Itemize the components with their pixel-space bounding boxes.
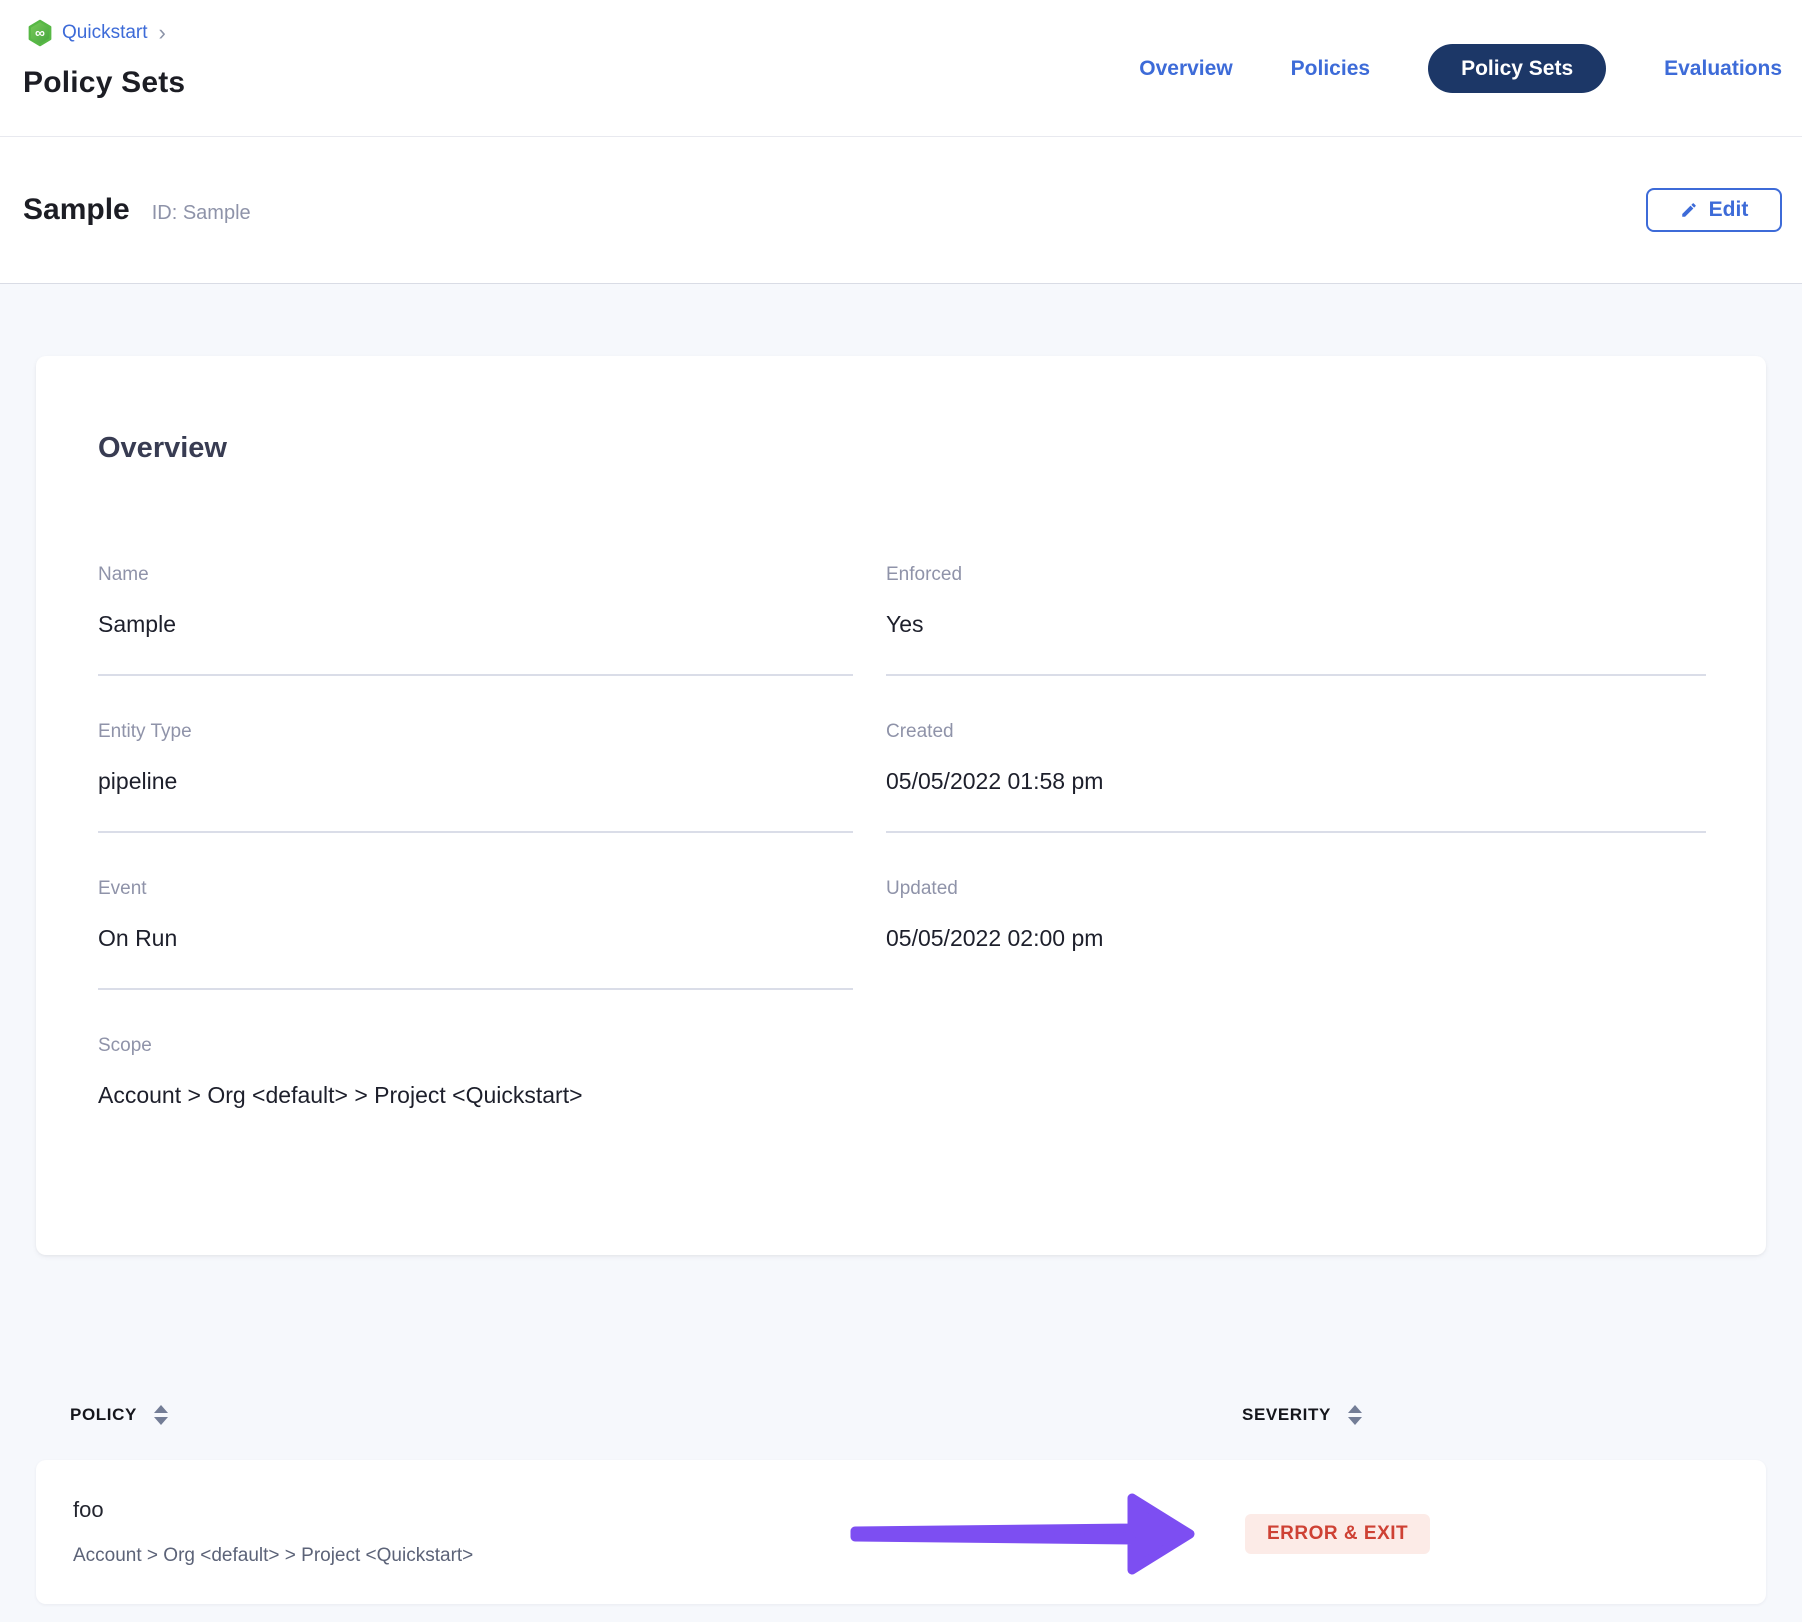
field-label: Scope bbox=[98, 1034, 853, 1057]
column-header-label: POLICY bbox=[70, 1405, 137, 1425]
divider bbox=[98, 674, 853, 676]
divider bbox=[886, 674, 1706, 676]
divider bbox=[98, 988, 853, 990]
page-title: Policy Sets bbox=[23, 61, 185, 105]
entity-title: Sample ID: Sample bbox=[23, 193, 251, 227]
pencil-icon bbox=[1680, 201, 1698, 219]
divider bbox=[98, 831, 853, 833]
field-created: Created 05/05/2022 01:58 pm bbox=[886, 720, 1706, 795]
field-event: Event On Run bbox=[98, 877, 853, 952]
tab-overview[interactable]: Overview bbox=[1139, 57, 1232, 81]
overview-heading: Overview bbox=[98, 431, 1706, 465]
column-header-label: SEVERITY bbox=[1242, 1405, 1331, 1425]
field-entity-type: Entity Type pipeline bbox=[98, 720, 853, 795]
chevron-right-icon: › bbox=[159, 22, 166, 44]
field-scope: Scope Account > Org <default> > Project … bbox=[98, 1034, 853, 1109]
tab-evaluations[interactable]: Evaluations bbox=[1664, 57, 1782, 81]
tab-policy-sets[interactable]: Policy Sets bbox=[1428, 44, 1606, 93]
breadcrumb-project-link[interactable]: Quickstart bbox=[62, 22, 148, 44]
entity-name: Sample bbox=[23, 193, 130, 227]
table-header: POLICY SEVERITY bbox=[36, 1398, 1766, 1432]
project-icon: ∞ bbox=[27, 19, 53, 47]
overview-fields: Name Sample Entity Type pipeline Event O… bbox=[98, 563, 1706, 1145]
page-body: Overview Name Sample Entity Type pipelin… bbox=[0, 284, 1802, 1622]
field-label: Enforced bbox=[886, 563, 1706, 586]
policy-table: POLICY SEVERITY foo Account > Org <defau… bbox=[36, 1398, 1766, 1604]
overview-card: Overview Name Sample Entity Type pipelin… bbox=[36, 356, 1766, 1255]
field-value: Yes bbox=[886, 610, 1706, 638]
annotation-arrow-icon bbox=[846, 1486, 1202, 1580]
field-label: Entity Type bbox=[98, 720, 853, 743]
tab-policies[interactable]: Policies bbox=[1291, 57, 1370, 81]
field-label: Created bbox=[886, 720, 1706, 743]
table-row[interactable]: foo Account > Org <default> > Project <Q… bbox=[36, 1460, 1766, 1604]
sort-icon bbox=[154, 1405, 168, 1425]
policy-cell: foo Account > Org <default> > Project <Q… bbox=[73, 1495, 473, 1569]
sort-icon bbox=[1348, 1405, 1362, 1425]
edit-button[interactable]: Edit bbox=[1646, 188, 1782, 232]
svg-text:∞: ∞ bbox=[35, 25, 45, 41]
app-header: ∞ Quickstart › Policy Sets Overview Poli… bbox=[0, 0, 1802, 137]
column-header-severity[interactable]: SEVERITY bbox=[1242, 1398, 1362, 1432]
field-label: Name bbox=[98, 563, 853, 586]
entity-id: ID: Sample bbox=[152, 202, 251, 225]
breadcrumb: ∞ Quickstart › bbox=[27, 18, 166, 48]
severity-badge: ERROR & EXIT bbox=[1245, 1514, 1430, 1554]
entity-toolbar: Sample ID: Sample Edit bbox=[0, 137, 1802, 284]
field-value: pipeline bbox=[98, 767, 853, 795]
edit-button-label: Edit bbox=[1709, 198, 1749, 222]
field-name: Name Sample bbox=[98, 563, 853, 638]
field-enforced: Enforced Yes bbox=[886, 563, 1706, 638]
field-value: On Run bbox=[98, 924, 853, 952]
policy-name: foo bbox=[73, 1495, 473, 1525]
top-nav: Overview Policies Policy Sets Evaluation… bbox=[1139, 44, 1782, 93]
policy-scope: Account > Org <default> > Project <Quick… bbox=[73, 1543, 473, 1569]
column-header-policy[interactable]: POLICY bbox=[70, 1398, 168, 1432]
divider bbox=[886, 831, 1706, 833]
field-value: Sample bbox=[98, 610, 853, 638]
field-label: Event bbox=[98, 877, 853, 900]
field-label: Updated bbox=[886, 877, 1706, 900]
field-value: Account > Org <default> > Project <Quick… bbox=[98, 1081, 853, 1109]
field-value: 05/05/2022 02:00 pm bbox=[886, 924, 1706, 952]
field-updated: Updated 05/05/2022 02:00 pm bbox=[886, 877, 1706, 952]
field-value: 05/05/2022 01:58 pm bbox=[886, 767, 1706, 795]
